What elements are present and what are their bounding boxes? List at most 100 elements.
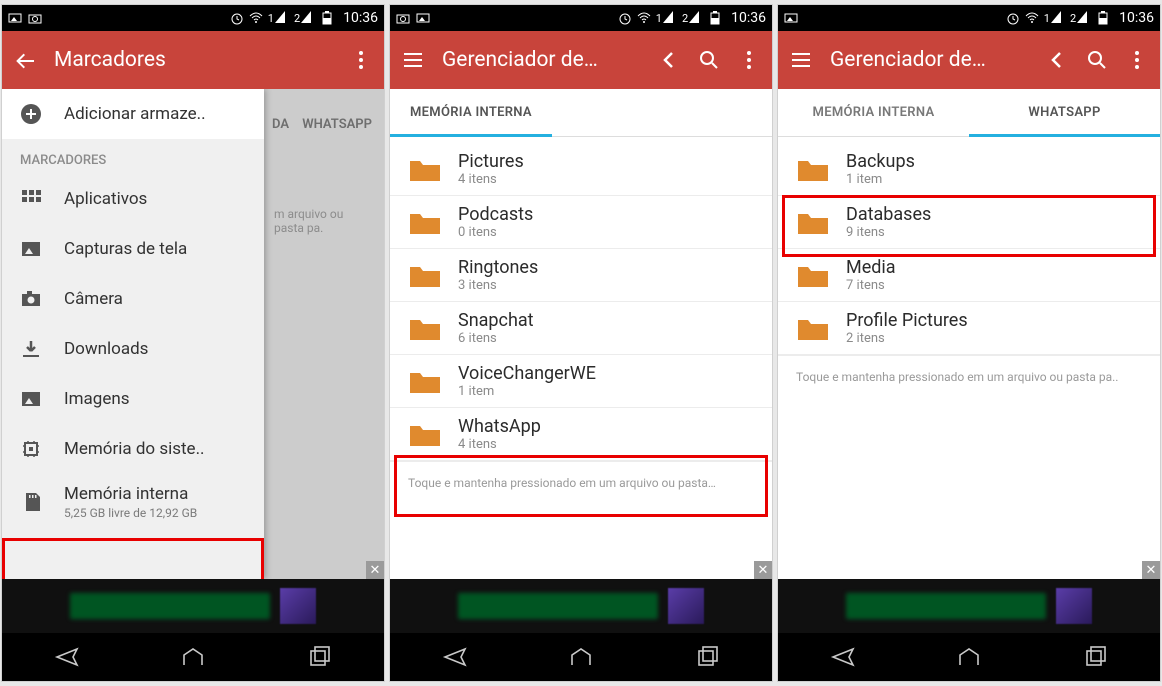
- wifi-icon: [637, 11, 651, 25]
- camera-icon: [20, 288, 42, 310]
- ad-close-icon[interactable]: ✕: [1142, 561, 1160, 579]
- tab-internal[interactable]: MEMÓRIA INTERNA: [390, 89, 552, 136]
- nav-recent-icon[interactable]: [693, 645, 723, 669]
- sidebar-item-downloads[interactable]: Downloads: [2, 324, 264, 374]
- folder-name: Pictures: [458, 151, 524, 172]
- overflow-icon[interactable]: [1126, 49, 1148, 71]
- sidebar-item-internal-memory[interactable]: Memória interna 5,25 GB livre de 12,92 G…: [2, 474, 264, 532]
- nav-drawer: Adicionar armaze.. MARCADORES Aplicativo…: [2, 89, 264, 579]
- status-bar: 1 2 10:36: [2, 5, 384, 31]
- overflow-icon[interactable]: [350, 49, 372, 71]
- folder-name: Backups: [846, 151, 915, 172]
- clock: 10:36: [343, 10, 378, 26]
- status-bar: 1 2 10:36: [390, 5, 772, 31]
- ad-close-icon[interactable]: ✕: [366, 561, 384, 579]
- image-icon: [8, 11, 22, 25]
- folder-name: Profile Pictures: [846, 310, 968, 331]
- folder-podcasts[interactable]: Podcasts0 itens: [390, 196, 772, 249]
- folder-icon: [408, 314, 442, 342]
- folder-icon: [408, 261, 442, 289]
- sidebar-item-label: Câmera: [64, 289, 123, 309]
- app-title: Marcadores: [54, 48, 332, 72]
- plus-circle-icon: [20, 103, 42, 125]
- folder-name: Media: [846, 257, 896, 278]
- folder-pictures[interactable]: Pictures4 itens: [390, 143, 772, 196]
- folder-voicechanger[interactable]: VoiceChangerWE1 item: [390, 355, 772, 408]
- alarm-icon: [1006, 11, 1020, 25]
- nav-home-icon[interactable]: [178, 645, 208, 669]
- sim-1: 1: [268, 11, 289, 25]
- folder-profile-pictures[interactable]: Profile Pictures2 itens: [778, 302, 1160, 355]
- folder-snapchat[interactable]: Snapchat6 itens: [390, 302, 772, 355]
- apps-icon: [20, 188, 42, 210]
- folder-icon: [408, 420, 442, 448]
- folder-meta: 4 itens: [458, 437, 541, 452]
- folder-name: Snapchat: [458, 310, 534, 331]
- ad-banner[interactable]: ✕: [778, 579, 1160, 633]
- add-storage[interactable]: Adicionar armaze..: [2, 89, 264, 139]
- sidebar-item-sub: 5,25 GB livre de 12,92 GB: [64, 506, 197, 520]
- nav-home-icon[interactable]: [566, 645, 596, 669]
- folder-meta: 1 item: [458, 384, 596, 399]
- drawer-scrim[interactable]: DAWHATSAPP m arquivo ou pasta pa.: [264, 89, 384, 579]
- folder-meta: 0 itens: [458, 225, 533, 240]
- ad-banner[interactable]: ✕: [390, 579, 772, 633]
- hint-text: Toque e mantenha pressionado em um arqui…: [390, 461, 772, 496]
- menu-icon[interactable]: [402, 49, 424, 71]
- phone-2: 1 2 10:36 Gerenciador de… MEMÓRIA INTERN…: [389, 4, 773, 682]
- sidebar-item-apps[interactable]: Aplicativos: [2, 174, 264, 224]
- sidebar-item-screenshots[interactable]: Capturas de tela: [2, 224, 264, 274]
- folder-meta: 9 itens: [846, 225, 931, 240]
- nav-recent-icon[interactable]: [1081, 645, 1111, 669]
- tab-label: MEMÓRIA INTERNA: [813, 105, 935, 120]
- sim-2: 2: [682, 11, 703, 25]
- nav-back-icon[interactable]: [827, 645, 857, 669]
- nav-home-icon[interactable]: [954, 645, 984, 669]
- sd-card-icon: [20, 491, 42, 513]
- sim-2: 2: [1070, 11, 1091, 25]
- sidebar-item-camera[interactable]: Câmera: [2, 274, 264, 324]
- folder-list: Backups1 item Databases9 itens Media7 it…: [778, 137, 1160, 390]
- nav-back-icon[interactable]: [51, 645, 81, 669]
- ad-close-icon[interactable]: ✕: [754, 561, 772, 579]
- chevron-left-icon[interactable]: [1046, 49, 1068, 71]
- nav-recent-icon[interactable]: [305, 645, 335, 669]
- app-bar: Gerenciador de…: [778, 31, 1160, 89]
- search-icon[interactable]: [698, 49, 720, 71]
- nav-back-icon[interactable]: [439, 645, 469, 669]
- sim-1: 1: [656, 11, 677, 25]
- menu-icon[interactable]: [790, 49, 812, 71]
- sidebar-item-label: Downloads: [64, 339, 148, 359]
- folder-icon: [796, 261, 830, 289]
- back-arrow-icon[interactable]: [14, 49, 36, 71]
- folder-list: Pictures4 itens Podcasts0 itens Ringtone…: [390, 137, 772, 496]
- folder-media[interactable]: Media7 itens: [778, 249, 1160, 302]
- tab-whatsapp[interactable]: WHATSAPP: [969, 89, 1160, 136]
- app-bar: Marcadores: [2, 31, 384, 89]
- chevron-left-icon[interactable]: [658, 49, 680, 71]
- folder-name: Ringtones: [458, 257, 538, 278]
- alarm-icon: [618, 11, 632, 25]
- folder-icon: [408, 367, 442, 395]
- overflow-icon[interactable]: [738, 49, 760, 71]
- sim-2: 2: [294, 11, 315, 25]
- folder-icon: [796, 314, 830, 342]
- folder-databases[interactable]: Databases9 itens: [778, 196, 1160, 249]
- ad-banner[interactable]: ✕: [2, 579, 384, 633]
- tab-internal[interactable]: MEMÓRIA INTERNA: [778, 89, 969, 136]
- search-icon[interactable]: [1086, 49, 1108, 71]
- phone-1: 1 2 10:36 Marcadores Adicionar armaze.. …: [1, 4, 385, 682]
- camera-icon: [396, 11, 410, 25]
- sidebar-item-label: Memória interna: [64, 484, 197, 504]
- nav-bar: [2, 633, 384, 681]
- folder-name: WhatsApp: [458, 416, 541, 437]
- sidebar-item-system-memory[interactable]: Memória do siste..: [2, 424, 264, 474]
- folder-backups[interactable]: Backups1 item: [778, 143, 1160, 196]
- nav-bar: [778, 633, 1160, 681]
- folder-meta: 6 itens: [458, 331, 534, 346]
- folder-ringtones[interactable]: Ringtones3 itens: [390, 249, 772, 302]
- app-title: Gerenciador de…: [830, 48, 1028, 72]
- folder-whatsapp[interactable]: WhatsApp4 itens: [390, 408, 772, 461]
- sidebar-item-images[interactable]: Imagens: [2, 374, 264, 424]
- app-title: Gerenciador de…: [442, 48, 640, 72]
